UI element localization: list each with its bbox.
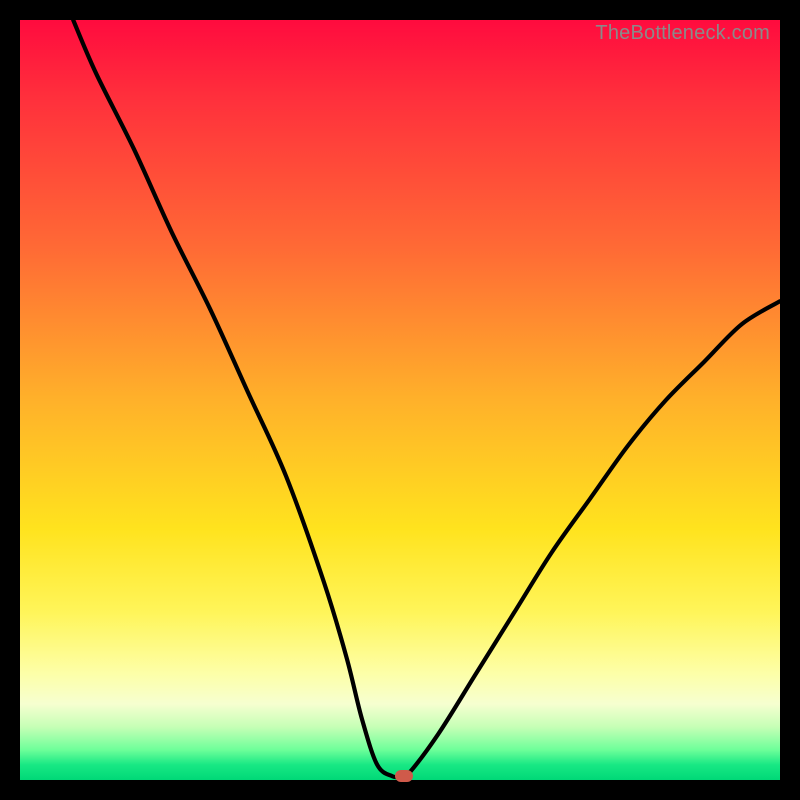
curve-path (73, 20, 780, 778)
optimum-marker (395, 770, 413, 782)
bottleneck-curve (20, 20, 780, 780)
plot-area: TheBottleneck.com (20, 20, 780, 780)
chart-frame: TheBottleneck.com (0, 0, 800, 800)
